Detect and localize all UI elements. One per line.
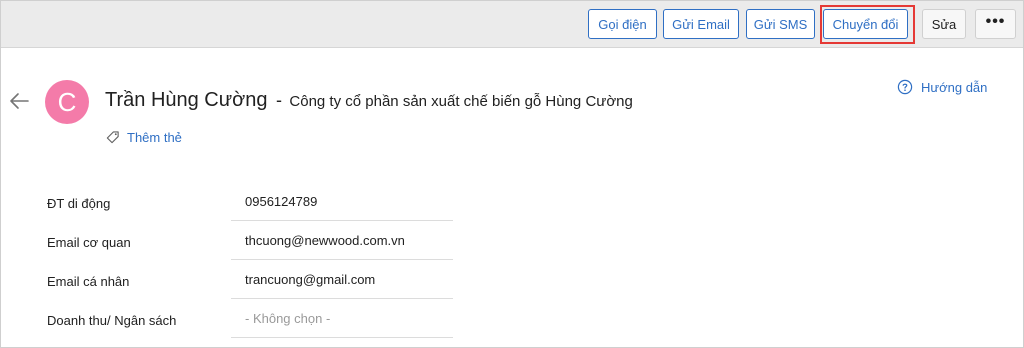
revenue-budget-value[interactable]: - Không chọn - [231, 299, 453, 338]
send-sms-button[interactable]: Gửi SMS [746, 9, 815, 39]
mobile-phone-label: ĐT di động [47, 196, 111, 211]
add-tag-label: Thêm thẻ [127, 130, 182, 145]
edit-button[interactable]: Sửa [922, 9, 966, 39]
personal-email-value[interactable]: trancuong@gmail.com [231, 260, 453, 299]
page-title: Trần Hùng Cường - Công ty cổ phần sản xu… [105, 89, 633, 112]
title-separator: - [275, 90, 282, 110]
tag-icon [106, 131, 119, 144]
work-email-value[interactable]: thcuong@newwood.com.vn [231, 221, 453, 260]
more-button[interactable]: ••• [975, 9, 1016, 39]
send-email-button[interactable]: Gửi Email [663, 9, 739, 39]
help-label: Hướng dẫn [921, 79, 988, 95]
work-email-label: Email cơ quan [47, 235, 131, 250]
more-horizontal-icon: ••• [985, 13, 1006, 30]
avatar: C [45, 80, 89, 124]
arrow-left-icon[interactable] [7, 89, 31, 113]
question-circle-icon [897, 79, 913, 95]
call-button[interactable]: Gọi điện [588, 9, 657, 39]
help-link[interactable]: Hướng dẫn [897, 79, 987, 95]
contact-name: Trần Hùng Cường [105, 89, 268, 111]
convert-button[interactable]: Chuyển đổi [823, 9, 908, 39]
personal-email-label: Email cá nhân [47, 274, 130, 289]
company-name: Công ty cổ phần sản xuất chế biến gỗ Hùn… [289, 93, 633, 110]
add-tag-link[interactable]: Thêm thẻ [105, 130, 182, 145]
revenue-budget-label: Doanh thu/ Ngân sách [47, 313, 177, 328]
contact-detail-window: Gọi điện Gửi Email Gửi SMS Chuyển đổi Sử… [0, 0, 1024, 348]
mobile-phone-value[interactable]: 0956124789 [231, 182, 453, 221]
action-toolbar: Gọi điện Gửi Email Gửi SMS Chuyển đổi Sử… [1, 1, 1023, 48]
